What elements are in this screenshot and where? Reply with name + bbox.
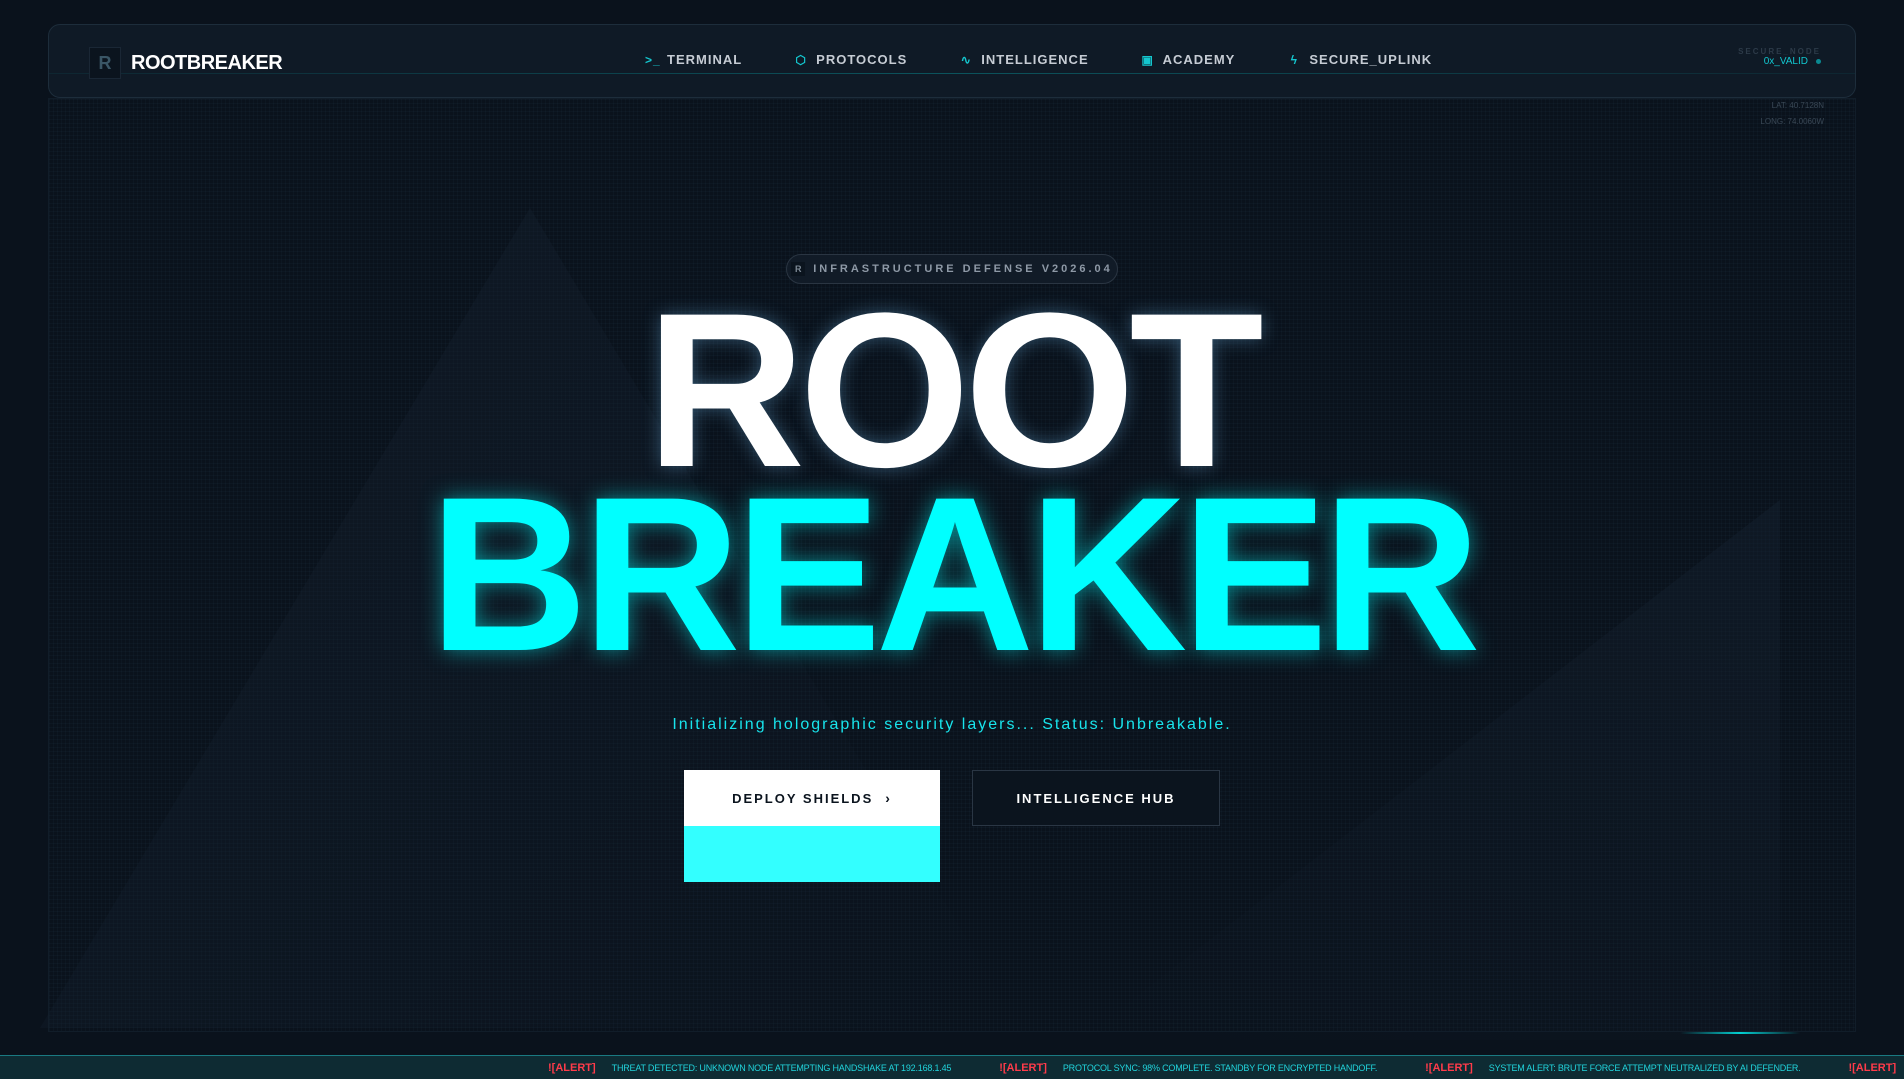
brand[interactable]: R ROOTBREAKER [89,47,283,79]
status-dot-icon [1816,59,1821,64]
ticker-item: ![ALERT] THREAT DETECTED: UNKNOWN NODE A… [548,1062,951,1074]
nav-item-label: PROTOCOLS [816,52,908,67]
alert-text: PROTOCOL SYNC: 98% COMPLETE. STANDBY FOR… [1062,1063,1378,1073]
alert-ticker: ![ALERT] THREAT DETECTED: UNKNOWN NODE A… [0,1055,1904,1079]
coordinates-readout: LAT: 40.7128N LONG: 74.0060W [1760,98,1824,130]
alert-text: THREAT DETECTED: UNKNOWN NODE ATTEMPTING… [611,1063,952,1073]
alert-text: SYSTEM ALERT: BRUTE FORCE ATTEMPT NEUTRA… [1488,1063,1801,1073]
latitude: LAT: 40.7128N [1771,101,1824,110]
alert-tag: ![ALERT] [1425,1062,1473,1074]
longitude: LONG: 74.0060W [1760,117,1824,126]
nav-item-academy[interactable]: ▣ ACADEMY [1115,52,1262,67]
nav-item-label: SECURE_UPLINK [1309,52,1433,67]
deploy-shields-label-row: DEPLOY SHIELDS › [684,770,940,826]
chip-icon: ▣ [1141,52,1154,67]
ticker-item: ![ALERT] PROTOCOL SYNC: 98% COMPLETE. ST… [999,1062,1377,1074]
ticker-item: ![ALERT] SYSTEM ALERT: BRUTE FORCE ATTEM… [1425,1062,1801,1074]
alert-tag: ![ALERT] [999,1062,1047,1074]
nav-item-label: ACADEMY [1162,52,1236,67]
nav-item-intelligence[interactable]: ∿ INTELLIGENCE [933,52,1114,67]
nav-item-label: INTELLIGENCE [981,52,1089,67]
bolt-icon: ϟ [1290,52,1299,67]
secure-node-status: SECURE_NODE 0x_VALID [1738,47,1821,67]
secure-node-value: 0x_VALID [1763,56,1808,67]
top-navbar: R ROOTBREAKER >_ TERMINAL ⬡ PROTOCOLS ∿ … [48,24,1856,98]
alert-tag: ![ALERT] [548,1062,596,1074]
hero-title-line2: BREAKER [429,451,1481,697]
secure-node-value-row: 0x_VALID [1738,56,1821,67]
activity-icon: ∿ [960,52,972,67]
deploy-shields-button[interactable]: DEPLOY SHIELDS › [684,770,940,882]
hero-tagline: Initializing holographic security layers… [672,716,1232,733]
shield-icon: ⬡ [795,52,807,67]
intelligence-hub-button[interactable]: INTELLIGENCE HUB [972,770,1220,826]
alert-tag: ![ALERT] [1848,1062,1897,1074]
main-nav: >_ TERMINAL ⬡ PROTOCOLS ∿ INTELLIGENCE ▣… [619,52,1458,67]
accent-line [1680,1032,1800,1034]
brand-name: ROOTBREAKER [131,51,283,74]
deploy-shields-label: DEPLOY SHIELDS [732,790,874,806]
chevron-right-icon: › [885,790,892,806]
ticker-item: ![ALERT] [1848,1062,1904,1074]
nav-item-label: TERMINAL [667,52,743,67]
navbar-divider [49,73,1855,74]
ticker-track: ![ALERT] THREAT DETECTED: UNKNOWN NODE A… [548,1062,1904,1074]
nav-item-protocols[interactable]: ⬡ PROTOCOLS [768,52,933,67]
brand-logo-icon: R [89,47,121,79]
terminal-icon: >_ [645,52,661,67]
secure-node-label: SECURE_NODE [1738,47,1821,56]
nav-item-terminal[interactable]: >_ TERMINAL [619,52,768,67]
nav-item-secure-uplink[interactable]: ϟ SECURE_UPLINK [1261,52,1458,67]
